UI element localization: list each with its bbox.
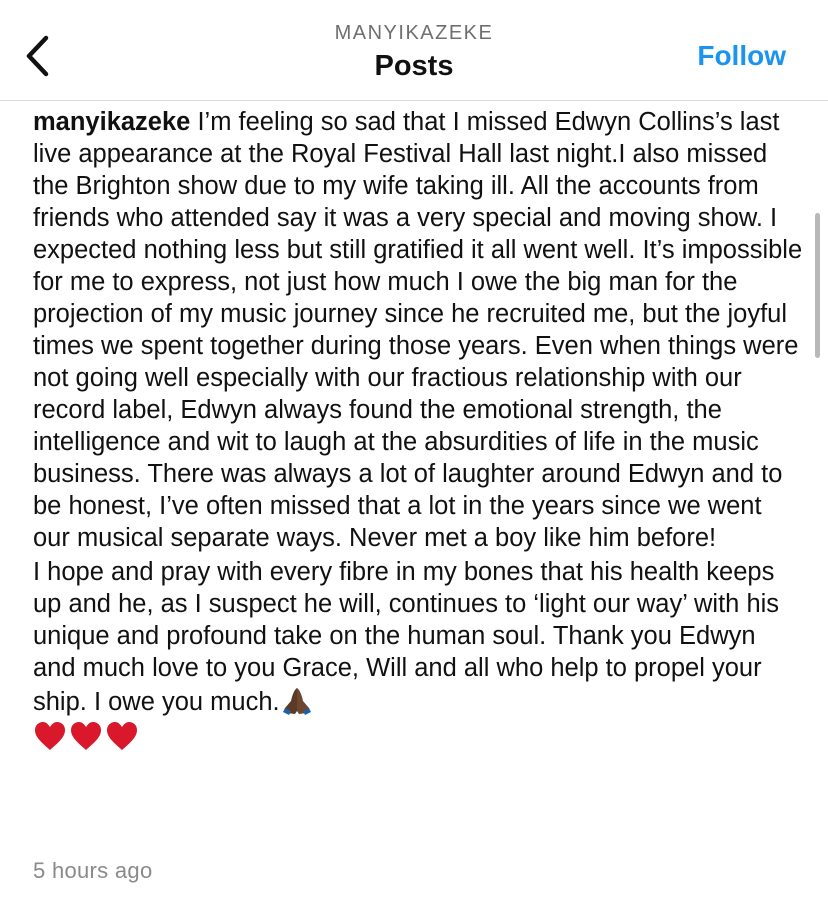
folded-hands-icon [282,688,311,715]
top-bar: MANYIKAZEKE Posts Follow [0,0,828,101]
hearts-row [33,720,803,754]
post-caption: manyikazeke I’m feeling so sad that I mi… [33,106,803,754]
scrollbar[interactable] [815,213,820,358]
caption-paragraph-1: manyikazeke I’m feeling so sad that I mi… [33,106,803,554]
red-heart-icon [71,722,101,750]
caption-text-1: I’m feeling so sad that I missed Edwyn C… [33,108,803,552]
caption-paragraph-2: I hope and pray with every fibre in my b… [33,556,803,718]
red-heart-icon [35,722,65,750]
red-heart-icon [107,722,137,750]
post-timestamp: 5 hours ago [33,858,153,883]
follow-button[interactable]: Follow [697,40,786,72]
caption-username[interactable]: manyikazeke [33,108,190,136]
caption-text-2: I hope and pray with every fibre in my b… [33,558,780,716]
